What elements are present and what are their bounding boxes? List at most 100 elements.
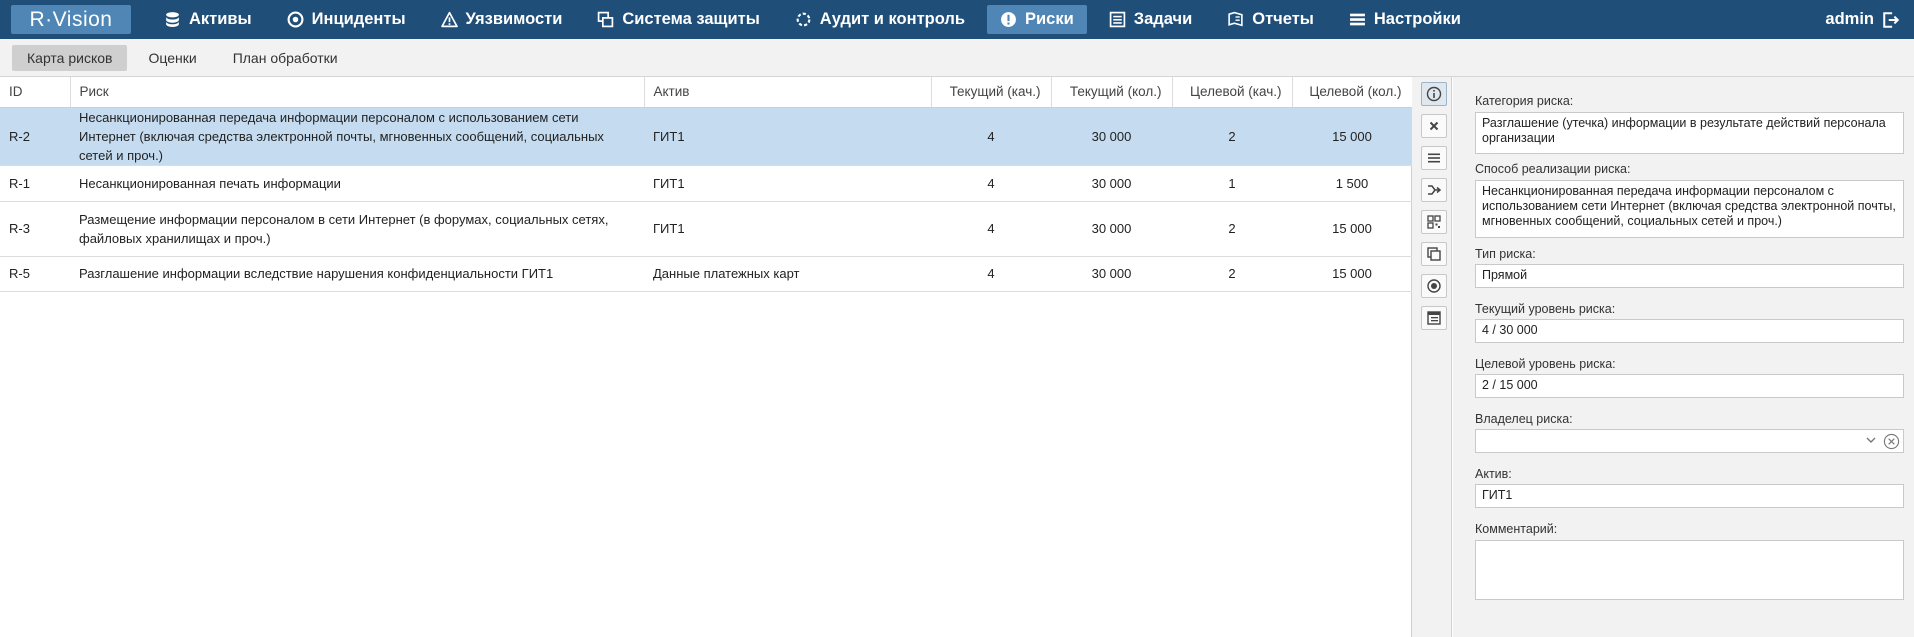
current-level-field[interactable]: 4 / 30 000	[1475, 319, 1904, 343]
alert-circle-icon	[1001, 12, 1016, 27]
cell-risk: Несанкционированная передача информации …	[70, 107, 644, 166]
column-header-asset[interactable]: Актив	[644, 77, 932, 108]
cell-current-quant: 30 000	[1051, 201, 1172, 257]
column-header-target-qual[interactable]: Целевой (кач.)	[1172, 77, 1293, 108]
comment-label: Комментарий:	[1475, 522, 1558, 536]
database-icon	[166, 12, 179, 27]
column-header-risk[interactable]: Риск	[70, 77, 645, 108]
column-header-current-quant[interactable]: Текущий (кол.)	[1051, 77, 1173, 108]
cell-target-quant: 15 000	[1292, 201, 1412, 257]
category-field[interactable]: Разглашение (утечка) информации в резуль…	[1475, 112, 1904, 154]
nav-item-label: Система защиты	[622, 10, 760, 28]
nav-item-incidents[interactable]: Инциденты	[274, 5, 419, 34]
nav-item-label: Настройки	[1373, 10, 1461, 28]
nav-item-assets[interactable]: Активы	[151, 5, 265, 34]
column-header-id[interactable]: ID	[0, 77, 71, 108]
nav-item-audit[interactable]: Аудит и контроль	[782, 5, 978, 34]
app-logo[interactable]: R·Vision	[11, 5, 131, 34]
nav-item-reports[interactable]: Отчеты	[1214, 5, 1327, 34]
list-button[interactable]	[1421, 146, 1447, 170]
asset-label: Актив:	[1475, 467, 1512, 481]
table-row[interactable]: R-3 Размещение информации персоналом в с…	[0, 201, 1412, 257]
cell-current-qual: 4	[931, 107, 1051, 166]
asset-field[interactable]: ГИТ1	[1475, 484, 1904, 508]
tab-treatment-plan[interactable]: План обработки	[218, 45, 353, 71]
cell-id: R-3	[0, 201, 70, 257]
table-button[interactable]	[1421, 306, 1447, 330]
cell-target-qual: 2	[1172, 201, 1292, 257]
cell-current-quant: 30 000	[1051, 165, 1172, 202]
type-field[interactable]: Прямой	[1475, 264, 1904, 288]
clear-icon[interactable]	[1883, 433, 1900, 450]
cell-id: R-1	[0, 165, 70, 202]
risk-table-container: ID Риск Актив Текущий (кач.) Текущий (ко…	[0, 77, 1413, 637]
copy-button[interactable]	[1421, 242, 1447, 266]
table-row[interactable]: R-1 Несанкционированная печать информаци…	[0, 165, 1412, 202]
type-label: Тип риска:	[1475, 247, 1536, 261]
target-level-label: Целевой уровень риска:	[1475, 357, 1616, 371]
current-level-label: Текущий уровень риска:	[1475, 302, 1616, 316]
cell-id: R-2	[0, 107, 70, 166]
cell-target-quant: 15 000	[1292, 107, 1412, 166]
comment-textarea[interactable]	[1475, 540, 1904, 600]
cell-asset: ГИТ1	[644, 201, 931, 257]
cell-current-qual: 4	[931, 256, 1051, 292]
chevron-down-icon[interactable]	[1865, 434, 1877, 446]
nav-item-label: Инциденты	[311, 10, 406, 28]
cell-target-quant: 15 000	[1292, 256, 1412, 292]
nav-item-label: Риски	[1025, 10, 1074, 28]
target-level-field[interactable]: 2 / 15 000	[1475, 374, 1904, 398]
nav-item-label: Задачи	[1133, 10, 1193, 28]
method-label: Способ реализации риска:	[1475, 162, 1631, 176]
nav-item-label: Аудит и контроль	[819, 10, 966, 28]
user-menu[interactable]: admin	[1825, 0, 1900, 39]
merge-icon	[1428, 185, 1442, 195]
copy-icon	[1427, 247, 1441, 261]
cell-current-qual: 4	[931, 165, 1051, 202]
qr-icon	[1427, 215, 1441, 229]
close-button[interactable]	[1421, 114, 1447, 138]
info-icon	[1426, 86, 1442, 102]
table-row[interactable]: R-2 Несанкционированная передача информа…	[0, 107, 1412, 166]
table-header-row: ID Риск Актив Текущий (кач.) Текущий (ко…	[0, 77, 1413, 108]
cell-target-qual: 2	[1172, 256, 1292, 292]
warning-icon	[440, 11, 458, 28]
owner-select[interactable]	[1475, 429, 1904, 453]
radio-icon	[1427, 279, 1441, 293]
cell-risk: Несанкционированная печать информации	[70, 165, 644, 202]
category-label: Категория риска:	[1475, 94, 1574, 108]
owner-label: Владелец риска:	[1475, 412, 1573, 426]
nav-item-settings[interactable]: Настройки	[1336, 5, 1474, 34]
task-list-icon	[1109, 11, 1126, 28]
nav-item-risks[interactable]: Риски	[987, 5, 1087, 34]
cell-risk: Размещение информации персоналом в сети …	[70, 201, 644, 257]
cell-asset: Данные платежных карт	[644, 256, 931, 292]
nav-item-vulnerabilities[interactable]: Уязвимости	[428, 5, 576, 34]
risk-details-panel: Категория риска: Разглашение (утечка) ин…	[1453, 77, 1914, 637]
merge-button[interactable]	[1421, 178, 1447, 202]
nav-item-label: Уязвимости	[465, 10, 563, 28]
info-button[interactable]	[1421, 82, 1447, 106]
logout-icon[interactable]	[1882, 11, 1900, 29]
radio-button[interactable]	[1421, 274, 1447, 298]
nav-item-protection[interactable]: Система защиты	[584, 5, 772, 34]
table-row[interactable]: R-5 Разглашение информации вследствие на…	[0, 256, 1412, 292]
nav-item-label: Отчеты	[1252, 10, 1314, 28]
cell-current-qual: 4	[931, 201, 1051, 257]
tab-assessments[interactable]: Оценки	[133, 45, 211, 71]
nav-item-tasks[interactable]: Задачи	[1096, 5, 1205, 34]
username: admin	[1825, 10, 1874, 28]
qr-button[interactable]	[1421, 210, 1447, 234]
tab-risk-map[interactable]: Карта рисков	[12, 44, 128, 71]
cell-target-qual: 2	[1172, 107, 1292, 166]
list-icon	[1428, 153, 1440, 163]
column-header-target-quant[interactable]: Целевой (кол.)	[1292, 77, 1413, 108]
nav-item-label: Активы	[189, 10, 252, 28]
risk-table: ID Риск Актив Текущий (кач.) Текущий (ко…	[0, 77, 1413, 292]
cell-id: R-5	[0, 256, 70, 292]
method-field[interactable]: Несанкционированная передача информации …	[1475, 180, 1904, 238]
close-icon	[1429, 121, 1439, 131]
cell-current-quant: 30 000	[1051, 107, 1172, 166]
column-header-current-qual[interactable]: Текущий (кач.)	[931, 77, 1052, 108]
refresh-icon	[796, 12, 811, 27]
